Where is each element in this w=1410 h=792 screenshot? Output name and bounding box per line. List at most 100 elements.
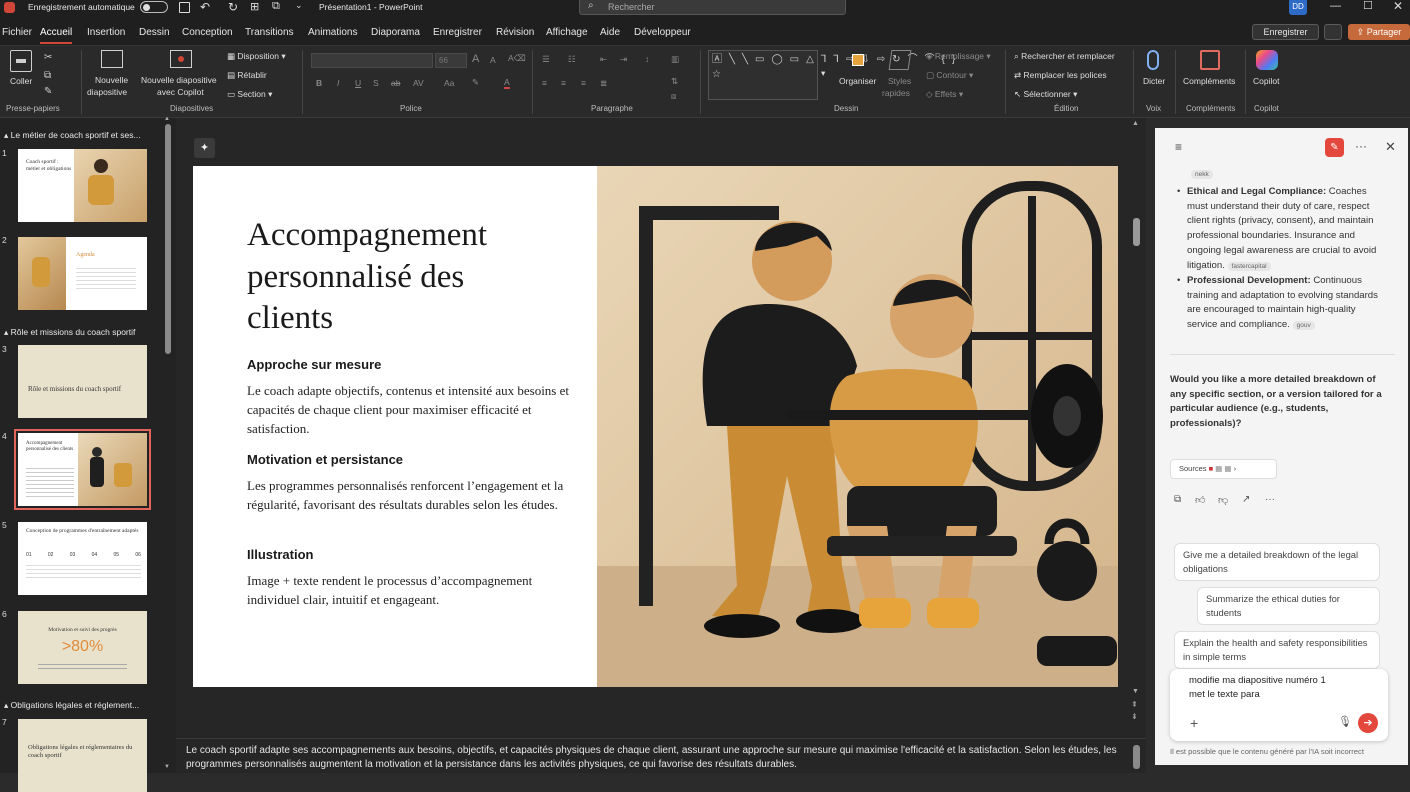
thumbs-up-icon[interactable]: 👍︎ (1195, 494, 1205, 506)
decrease-indent-icon[interactable]: ⇤ (600, 54, 607, 65)
current-slide[interactable]: Accompagnement personnalisé des clients … (193, 166, 1118, 687)
canvas-scrollbar[interactable] (1133, 218, 1140, 246)
touch-mode-icon[interactable]: ⧉ (272, 0, 280, 13)
illustration-heading[interactable]: Illustration (247, 547, 313, 562)
motivation-body[interactable]: Les programmes personnalisés renforcent … (247, 477, 582, 515)
thumbs-scrollbar[interactable] (165, 124, 171, 354)
close-window-icon[interactable]: ✕ (1393, 0, 1403, 13)
slide-thumbnail-1[interactable]: Coach sportif : métier et obligations (18, 149, 147, 222)
redo-icon[interactable]: ↻ (228, 0, 238, 14)
section-header-1[interactable]: ▴ Le métier de coach sportif et ses... (4, 130, 141, 141)
more-options-icon[interactable]: ··· (1265, 494, 1275, 505)
source-tag[interactable]: gouv (1292, 321, 1315, 331)
source-tag[interactable]: nekk (1191, 170, 1213, 179)
new-slide-copilot-label-2[interactable]: avec Copilot (157, 87, 204, 97)
strikethrough-icon[interactable]: ab (391, 78, 400, 88)
tab-dessin[interactable]: Dessin (139, 27, 170, 38)
slide-thumbnail-6[interactable]: Motivation et suivi des progrès >80% (18, 611, 147, 684)
grow-font-icon[interactable]: A (472, 53, 479, 65)
tab-affichage[interactable]: Affichage (546, 27, 588, 38)
clear-format-icon[interactable]: A⌫ (508, 53, 526, 64)
suggestion-chip-1[interactable]: Give me a detailed breakdown of the lega… (1174, 543, 1380, 581)
cut-icon[interactable]: ✂ (44, 52, 52, 63)
shape-outline-button[interactable]: ▢ Contour ▾ (926, 70, 973, 81)
tab-insertion[interactable]: Insertion (87, 27, 125, 38)
comments-icon[interactable] (1324, 24, 1342, 40)
sources-button[interactable]: Sources ■ ▦ ▦ › (1170, 459, 1277, 479)
copilot-menu-icon[interactable]: ≡ (1175, 140, 1182, 154)
scroll-down-icon[interactable]: ▼ (164, 764, 170, 770)
arrange-label[interactable]: Organiser (839, 76, 876, 86)
source-tag[interactable]: fastercapital (1227, 261, 1271, 271)
shadow-icon[interactable]: S (373, 78, 379, 88)
maximize-icon[interactable]: ☐ (1363, 0, 1373, 12)
next-slide-icon[interactable]: ⇟ (1131, 712, 1138, 721)
coach-client-illustration[interactable] (597, 166, 1118, 687)
shapes-gallery[interactable]: 🄰╲╲▭◯▭△⅂⅂⇨⇩⇨↻⌒⌒{}☆ (708, 50, 955, 100)
find-replace-button[interactable]: ⌕ Rechercher et remplacer (1014, 51, 1115, 62)
present-icon[interactable]: ⊞ (250, 0, 259, 13)
quick-styles-label-2[interactable]: rapides (882, 88, 910, 98)
approach-heading[interactable]: Approche sur mesure (247, 357, 381, 372)
reset-button[interactable]: ▤ Rétablir (227, 70, 267, 81)
tab-aide[interactable]: Aide (600, 27, 620, 38)
highlight-icon[interactable]: ✎ (472, 77, 479, 88)
align-left-icon[interactable]: ≡ (542, 78, 547, 88)
new-slide-label-1[interactable]: Nouvelle (95, 75, 128, 85)
record-button[interactable]: Enregistrer (1252, 24, 1319, 40)
new-slide-icon[interactable] (101, 50, 123, 68)
suggestion-chip-2[interactable]: Summarize the ethical duties for student… (1197, 587, 1380, 625)
section-button[interactable]: ▭ Section ▾ (227, 89, 272, 100)
slide-thumbnail-4[interactable]: Accompagnement personnalisé des clients (14, 429, 151, 510)
copilot-input-box[interactable]: modifie ma diapositive numéro 1 met le t… (1170, 669, 1388, 741)
notes-scrollbar[interactable] (1133, 745, 1140, 769)
italic-icon[interactable]: I (337, 78, 339, 88)
layout-button[interactable]: ▦ Disposition ▾ (227, 51, 286, 62)
copilot-close-icon[interactable]: ✕ (1385, 139, 1396, 155)
slide-thumbnail-3[interactable]: Rôle et missions du coach sportif (18, 345, 147, 418)
new-slide-label-2[interactable]: diapositive (87, 87, 127, 97)
paste-label[interactable]: Coller (10, 76, 32, 86)
line-spacing-icon[interactable]: ↕ (645, 54, 649, 64)
suggestion-chip-3[interactable]: Explain the health and safety responsibi… (1174, 631, 1380, 669)
customize-toolbar-icon[interactable]: ⌄ (295, 0, 303, 11)
save-icon[interactable] (179, 2, 190, 13)
copilot-label[interactable]: Copilot (1253, 76, 1279, 86)
addins-label[interactable]: Compléments (1183, 76, 1235, 86)
bold-icon[interactable]: B (316, 78, 322, 88)
addins-icon[interactable] (1200, 50, 1220, 70)
font-color-icon[interactable]: A (504, 77, 510, 89)
slide-thumbnail-5[interactable]: Conception de programmes d'entraînement … (18, 522, 147, 595)
send-button[interactable]: ➔ (1358, 713, 1378, 733)
tab-revision[interactable]: Révision (496, 27, 534, 38)
scroll-up-icon[interactable]: ▲ (164, 116, 170, 122)
shrink-font-icon[interactable]: A (490, 55, 496, 65)
quick-styles-label-1[interactable]: Styles (888, 76, 911, 86)
quick-styles-icon[interactable] (888, 50, 912, 70)
autosave-toggle[interactable] (140, 1, 168, 13)
tab-diaporama[interactable]: Diaporama (371, 27, 420, 38)
change-case-icon[interactable]: Aa (444, 78, 454, 88)
font-size-combobox[interactable]: 66 (435, 53, 467, 68)
select-button[interactable]: ↖ Sélectionner ▾ (1014, 89, 1077, 100)
format-painter-icon[interactable]: ✎ (44, 86, 52, 97)
align-right-icon[interactable]: ≡ (581, 78, 586, 88)
spacing-icon[interactable]: AV (413, 78, 424, 88)
tab-fichier[interactable]: Fichier (2, 27, 32, 38)
designer-button[interactable]: ✦ (194, 138, 215, 158)
thumbs-down-icon[interactable]: 👎︎ (1218, 494, 1228, 506)
underline-icon[interactable]: U (355, 78, 361, 88)
bullets-icon[interactable]: ☰ (542, 54, 550, 65)
tab-transitions[interactable]: Transitions (245, 27, 294, 38)
font-name-combobox[interactable] (311, 53, 433, 68)
slide-thumbnail-7[interactable]: Obligations légales et réglementaires du… (18, 719, 147, 792)
arrange-icon[interactable] (848, 50, 868, 70)
tab-accueil[interactable]: Accueil (40, 27, 73, 44)
tab-animations[interactable]: Animations (308, 27, 357, 38)
shape-fill-button[interactable]: ◈ Remplissage ▾ (926, 51, 991, 62)
align-center-icon[interactable]: ≡ (561, 78, 566, 88)
copilot-icon[interactable] (1256, 50, 1278, 70)
share-icon[interactable]: ↗ (1242, 494, 1250, 505)
minimize-icon[interactable]: — (1330, 0, 1341, 12)
slide-thumbnail-2[interactable]: Agenda (18, 237, 147, 310)
